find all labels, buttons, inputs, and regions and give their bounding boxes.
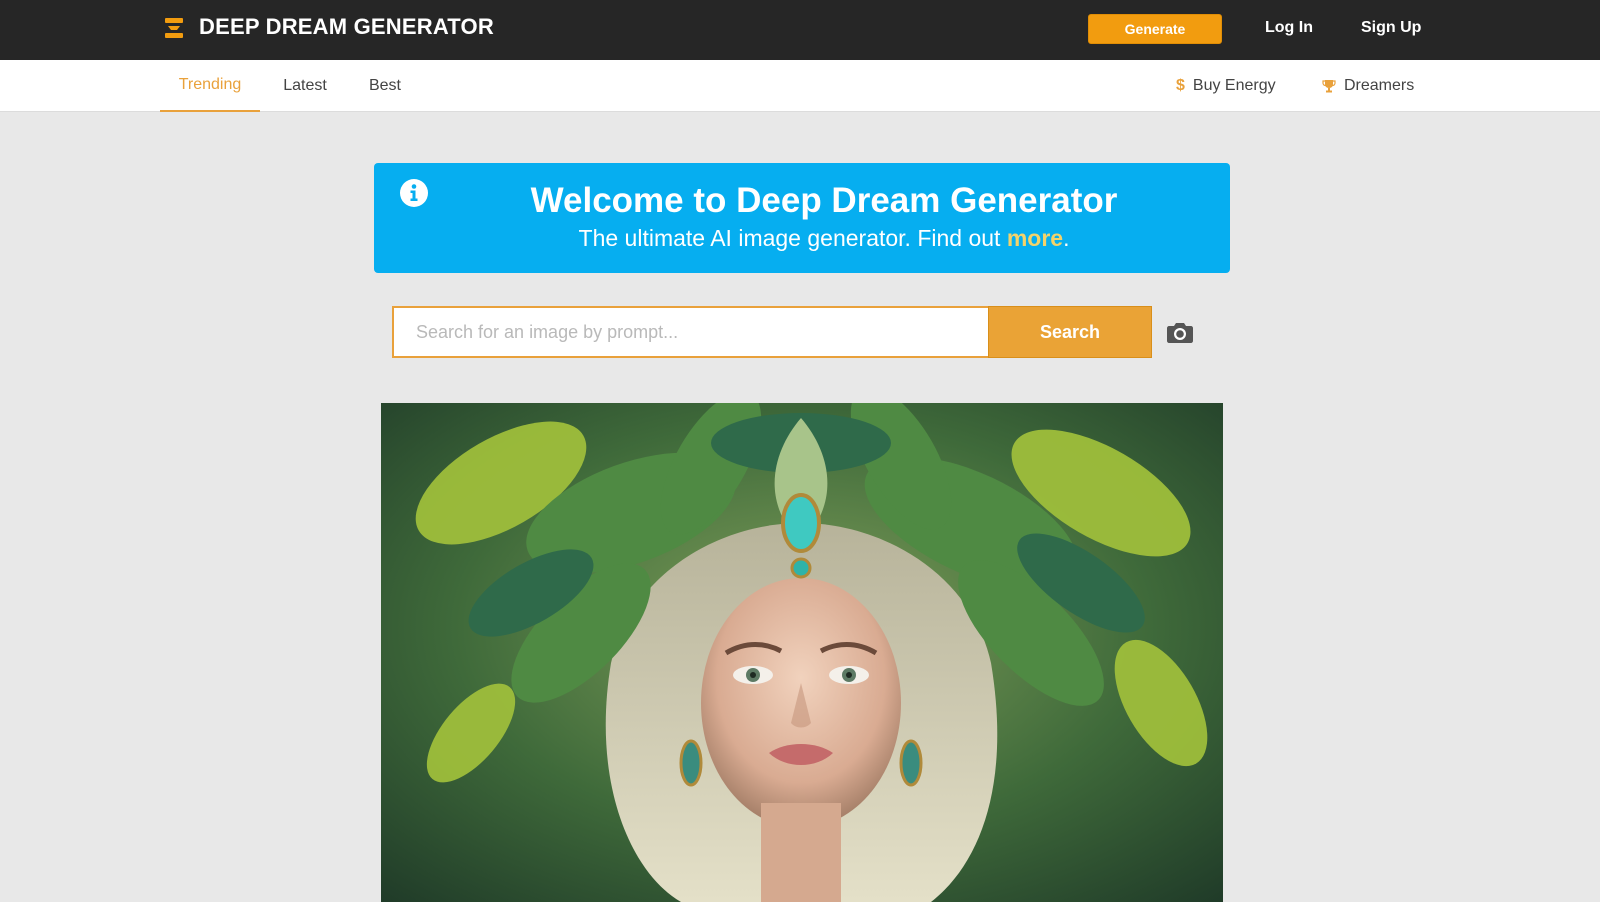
tab-best[interactable]: Best	[358, 60, 412, 112]
buy-energy-link[interactable]: $ Buy Energy	[1176, 60, 1276, 112]
banner-title: Welcome to Deep Dream Generator	[530, 181, 1118, 220]
buy-energy-label: Buy Energy	[1192, 77, 1276, 94]
welcome-banner: Welcome to Deep Dream Generator The ulti…	[374, 163, 1230, 273]
tab-trending[interactable]: Trending	[160, 60, 260, 112]
top-navbar: DEEP DREAM GENERATOR Generate Log In Sig…	[0, 0, 1600, 60]
banner-subtitle-period: .	[1063, 225, 1070, 251]
featured-image[interactable]	[381, 403, 1223, 902]
brand-name[interactable]: DEEP DREAM GENERATOR	[199, 14, 494, 40]
generate-button[interactable]: Generate	[1088, 14, 1222, 44]
dollar-icon: $	[1176, 77, 1185, 94]
tab-latest[interactable]: Latest	[272, 60, 338, 112]
logo-icon[interactable]	[164, 17, 184, 39]
sub-navbar: Trending Latest Best $ Buy Energy Dreame…	[0, 60, 1600, 112]
more-link[interactable]: more	[1007, 225, 1063, 251]
search-bar: Search	[392, 306, 1152, 358]
dreamers-label: Dreamers	[1344, 77, 1415, 94]
signup-link[interactable]: Sign Up	[1361, 18, 1421, 38]
camera-icon[interactable]	[1167, 320, 1193, 344]
featured-artwork	[381, 403, 1223, 902]
search-button[interactable]: Search	[988, 306, 1152, 358]
login-link[interactable]: Log In	[1265, 18, 1313, 38]
search-input[interactable]	[392, 306, 988, 358]
trophy-icon	[1322, 79, 1336, 93]
banner-subtitle: The ultimate AI image generator. Find ou…	[374, 223, 1274, 253]
dreamers-link[interactable]: Dreamers	[1322, 60, 1414, 112]
banner-subtitle-text: The ultimate AI image generator. Find ou…	[578, 225, 1007, 251]
